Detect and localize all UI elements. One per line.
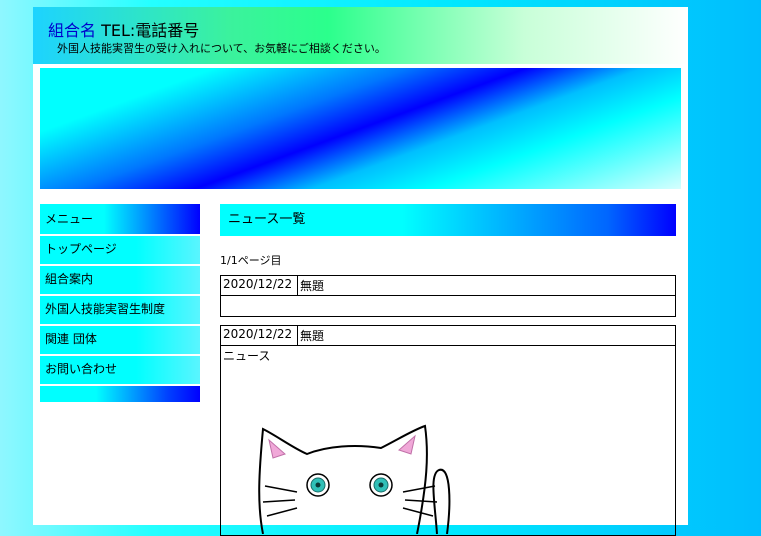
- sidebar-item-top[interactable]: トップページ: [40, 236, 200, 264]
- page-title: ニュース一覧: [220, 204, 676, 236]
- menu-footer: [40, 386, 200, 402]
- news-title[interactable]: 無題: [297, 275, 676, 296]
- news-body: ニュース: [220, 345, 676, 536]
- cat-illustration: [258, 424, 451, 534]
- news-body-text: ニュース: [223, 349, 271, 363]
- sidebar-item-about[interactable]: 組合案内: [40, 266, 200, 294]
- menu-title: メニュー: [40, 204, 200, 234]
- site-header: 組合名 TEL:電話番号 外国人技能実習生の受け入れについて、お気軽にご相談くだ…: [33, 7, 688, 64]
- site-title: 組合名 TEL:電話番号: [48, 17, 199, 41]
- news-date: 2020/12/22: [220, 275, 298, 296]
- sidebar-item-related-organizations[interactable]: 関連 団体: [40, 326, 200, 354]
- page-container: 組合名 TEL:電話番号 外国人技能実習生の受け入れについて、お気軽にご相談くだ…: [33, 7, 688, 536]
- header-banner: [40, 68, 681, 189]
- main-content: ニュース一覧 1/1ページ目 2020/12/22 無題 2020/12/22 …: [220, 204, 676, 536]
- news-title[interactable]: 無題: [297, 325, 676, 346]
- tagline: 外国人技能実習生の受け入れについて、お気軽にご相談ください。: [57, 42, 386, 55]
- news-body: [220, 295, 676, 317]
- news-date: 2020/12/22: [220, 325, 298, 346]
- org-name[interactable]: 組合名: [48, 21, 96, 40]
- tel-text: TEL:電話番号: [96, 21, 200, 40]
- sidebar-menu: メニュー トップページ 組合案内 外国人技能実習生制度 関連 団体 お問い合わせ: [40, 204, 200, 402]
- pager-text: 1/1ページ目: [220, 254, 282, 267]
- sidebar-item-trainee-program[interactable]: 外国人技能実習生制度: [40, 296, 200, 324]
- news-item: 2020/12/22 無題: [220, 275, 676, 317]
- news-item: 2020/12/22 無題 ニュース: [220, 325, 676, 536]
- sidebar-item-contact[interactable]: お問い合わせ: [40, 356, 200, 384]
